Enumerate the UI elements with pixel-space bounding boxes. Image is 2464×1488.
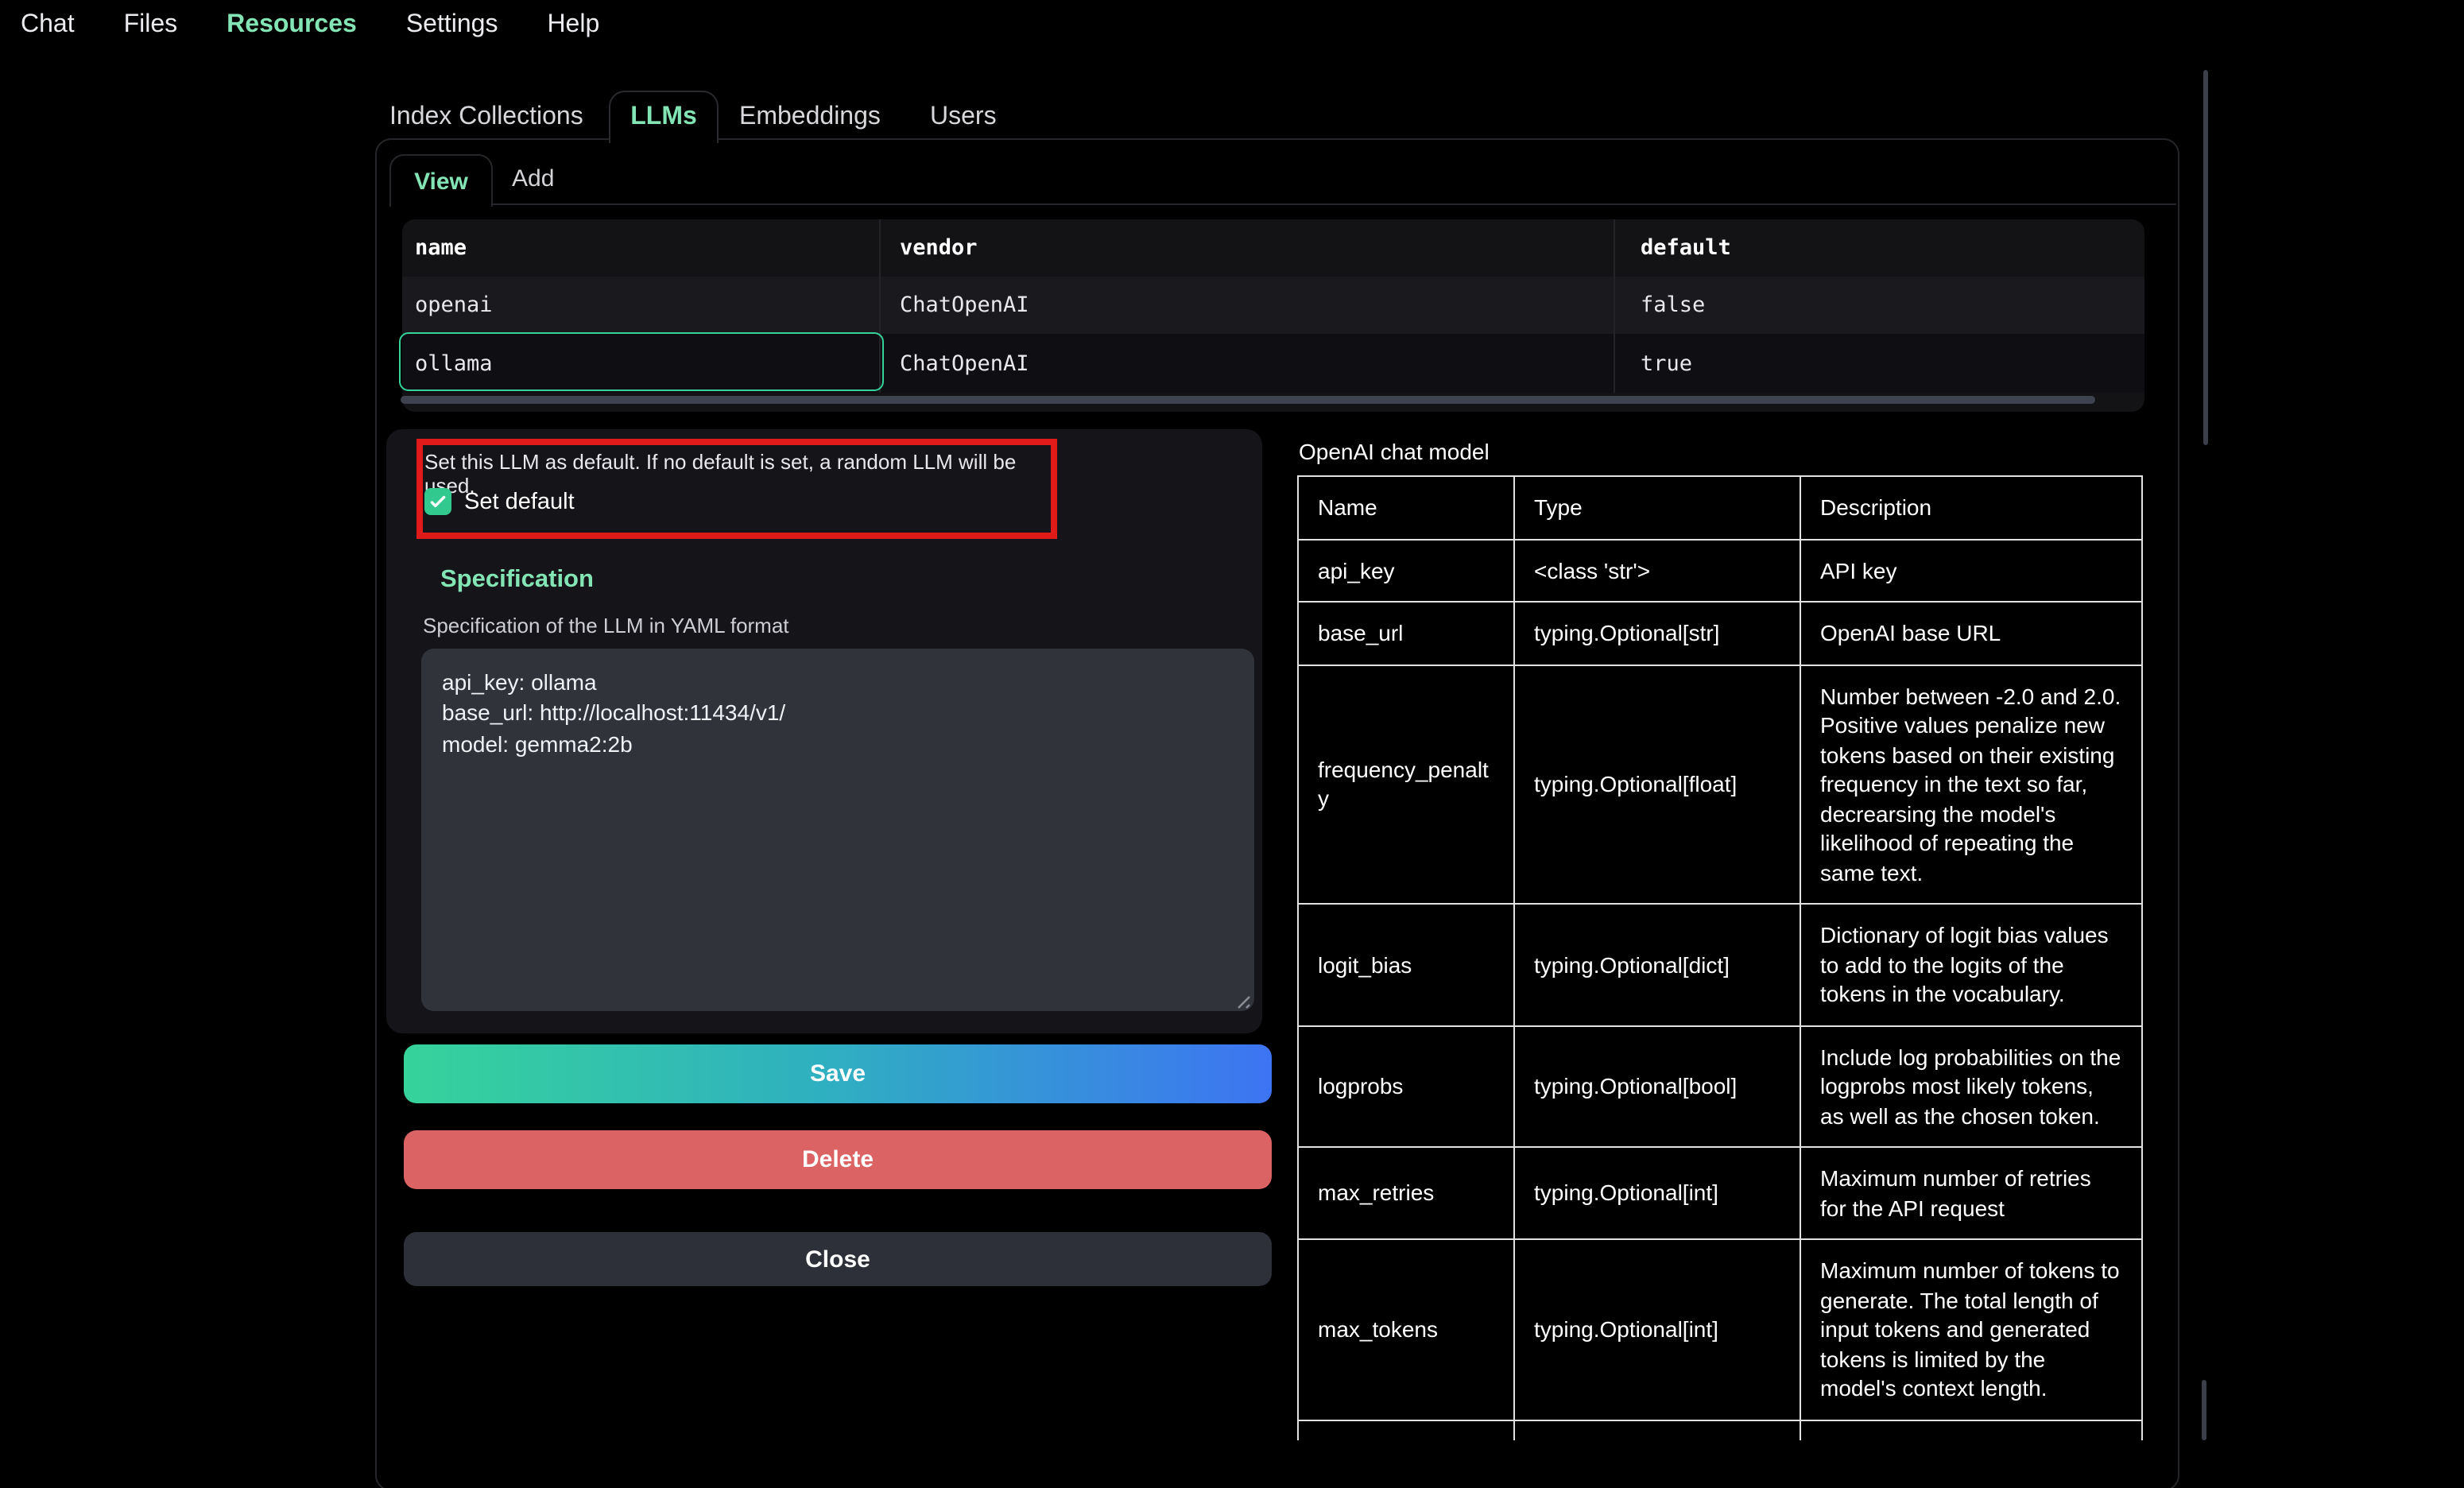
param-description: OpenAI base URL [1800, 602, 2142, 665]
param-description: Maximum number of tokens to generate. Th… [1800, 1239, 2142, 1420]
tab-users[interactable]: Users [930, 103, 997, 132]
param-row-api-key: api_key <class 'str'> API key [1298, 539, 2142, 602]
cell-default[interactable]: true [1615, 334, 2144, 393]
param-type: typing.Optional[int] [1514, 1147, 1800, 1239]
specification-caption: Specification of the LLM in YAML format [423, 614, 789, 637]
nav-item-chat[interactable]: Chat [21, 11, 75, 48]
param-row-base-url: base_url typing.Optional[str] OpenAI bas… [1298, 602, 2142, 665]
param-name: base_url [1298, 602, 1514, 665]
param-row-logit-bias: logit_bias typing.Optional[dict] Diction… [1298, 904, 2142, 1025]
param-name: frequency_penalty [1298, 665, 1514, 904]
top-nav: Chat Files Resources Settings Help [0, 0, 2464, 48]
nav-item-settings[interactable]: Settings [406, 11, 498, 48]
textarea-resize-handle-icon[interactable] [1232, 989, 1251, 1008]
params-table: Name Type Description api_key <class 'st… [1297, 475, 2143, 1440]
params-table-viewport: Name Type Description api_key <class 'st… [1297, 475, 2143, 1440]
specification-heading: Specification [440, 566, 594, 595]
param-row-frequency-penalty: frequency_penalty typing.Optional[float]… [1298, 665, 2142, 904]
subtab-view-label: View [414, 168, 468, 195]
param-row-logprobs: logprobs typing.Optional[bool] Include l… [1298, 1025, 2142, 1147]
cell-name[interactable]: openai [402, 277, 881, 334]
inner-vertical-scrollbar-thumb[interactable] [2202, 1380, 2206, 1440]
subtab-add[interactable]: Add [512, 165, 554, 192]
param-type: typing.Optional[bool] [1514, 1025, 1800, 1147]
param-description: Maximum number of retries for the API re… [1800, 1147, 2142, 1239]
app-root: Chat Files Resources Settings Help Index… [0, 0, 2464, 1488]
llm-col-vendor: vendor [881, 219, 1615, 277]
subtab-view[interactable]: View [389, 154, 493, 207]
table-row-openai[interactable]: openai ChatOpenAI false [402, 277, 2144, 334]
param-type: typing.Optional[float] [1514, 665, 1800, 904]
param-type: <class 'str'> [1514, 539, 1800, 602]
subtab-divider [488, 203, 2176, 205]
param-description: Number between -2.0 and 2.0. Positive va… [1800, 665, 2142, 904]
param-name: api_key [1298, 539, 1514, 602]
yaml-spec-textarea[interactable]: api_key: ollama base_url: http://localho… [421, 649, 1254, 1011]
param-description: Dictionary of logit bias values to add t… [1800, 904, 2142, 1025]
param-type: typing.Optional[dict] [1514, 904, 1800, 1025]
nav-item-files[interactable]: Files [124, 11, 178, 48]
tab-llms-label: LLMs [630, 103, 697, 132]
params-header-row: Name Type Description [1298, 476, 2142, 539]
cell-vendor[interactable]: ChatOpenAI [881, 334, 1615, 393]
tab-llms[interactable]: LLMs [609, 91, 719, 143]
params-col-name: Name [1298, 476, 1514, 539]
param-name: logit_bias [1298, 904, 1514, 1025]
param-name: max_retries [1298, 1147, 1514, 1239]
highlight-red-box [416, 439, 1057, 539]
nav-item-resources[interactable]: Resources [227, 11, 357, 48]
save-button[interactable]: Save [404, 1044, 1272, 1103]
cell-default[interactable]: false [1615, 277, 2144, 334]
close-button[interactable]: Close [404, 1232, 1272, 1286]
param-row-max-retries: max_retries typing.Optional[int] Maximum… [1298, 1147, 2142, 1239]
params-col-description: Description [1800, 476, 2142, 539]
horizontal-scrollbar-thumb[interactable] [401, 396, 2095, 404]
param-type: typing.Optional[str] [1514, 602, 1800, 665]
param-row-max-tokens: max_tokens typing.Optional[int] Maximum … [1298, 1239, 2142, 1420]
params-panel-title: OpenAI chat model [1299, 439, 1490, 464]
tab-index-collections[interactable]: Index Collections [389, 103, 583, 132]
param-name: max_tokens [1298, 1239, 1514, 1420]
selected-cell-outline [399, 332, 884, 391]
param-description: API key [1800, 539, 2142, 602]
param-description: Include log probabilities on the logprob… [1800, 1025, 2142, 1147]
delete-button[interactable]: Delete [404, 1130, 1272, 1189]
tab-embeddings[interactable]: Embeddings [739, 103, 881, 132]
page-vertical-scrollbar-thumb[interactable] [2203, 70, 2208, 445]
llm-col-name: name [402, 219, 881, 277]
cell-vendor[interactable]: ChatOpenAI [881, 277, 1615, 334]
llm-table-header: name vendor default [402, 219, 2144, 277]
param-name: logprobs [1298, 1025, 1514, 1147]
param-row-clipped [1298, 1420, 2142, 1440]
params-col-type: Type [1514, 476, 1800, 539]
llm-col-default: default [1615, 219, 2144, 277]
param-type: typing.Optional[int] [1514, 1239, 1800, 1420]
nav-item-help[interactable]: Help [547, 11, 599, 48]
